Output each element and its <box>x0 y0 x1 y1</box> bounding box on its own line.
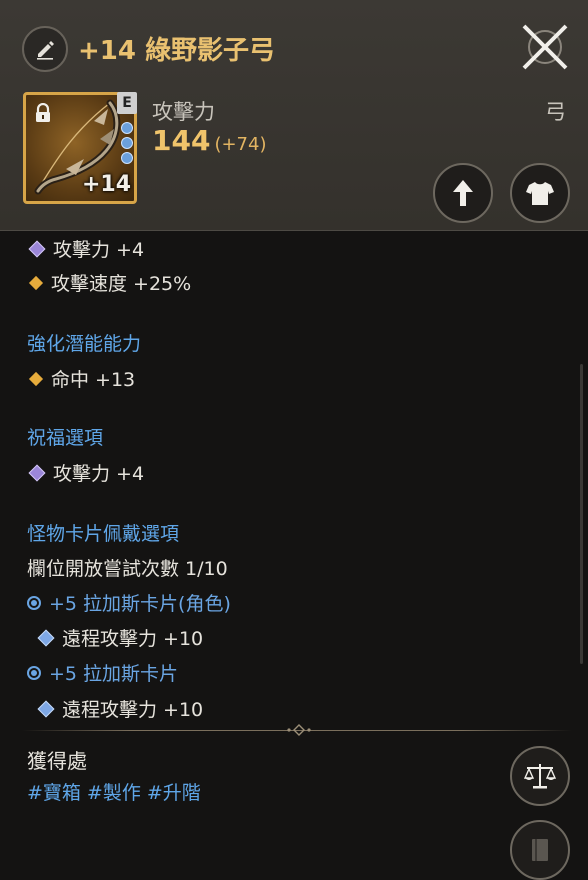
card-slot-indicators <box>121 122 135 167</box>
scrollbar[interactable] <box>580 364 583 664</box>
gold-diamond-icon <box>28 275 44 290</box>
card-effect-text: 遠程攻擊力 +10 <box>62 699 204 721</box>
attack-bonus: (+74) <box>214 134 267 155</box>
monster-card-item[interactable]: +5 拉加斯卡片(角色) <box>27 589 231 616</box>
blessing-row: 攻擊力 +4 <box>27 459 144 486</box>
enhance-level: +14 <box>82 172 132 197</box>
monster-card-item[interactable]: +5 拉加斯卡片 <box>27 659 178 686</box>
enhance-potential-row: 命中 +13 <box>27 365 135 392</box>
attack-stat-label: 攻擊力 <box>152 100 215 124</box>
source-tags: #寶箱 #製作 #升階 <box>27 778 207 805</box>
weapon-type: 弓 <box>545 100 566 124</box>
purple-diamond-icon <box>28 464 46 481</box>
shirt-icon <box>526 182 554 205</box>
scale-icon <box>523 764 557 789</box>
base-option-row: 攻擊速度 +25% <box>27 269 191 296</box>
blessing-text: 攻擊力 +4 <box>53 463 145 485</box>
book-icon <box>532 839 548 861</box>
edit-button[interactable] <box>22 26 68 72</box>
blessing-heading: 祝福選項 <box>27 427 104 449</box>
grade-badge: E <box>117 92 137 114</box>
source-tag-link[interactable]: #寶箱 <box>27 782 81 804</box>
source-tag-link[interactable]: #製作 <box>87 782 141 804</box>
card-slot-dot <box>121 122 133 134</box>
card-slot-dot <box>121 152 133 164</box>
lock-icon[interactable] <box>34 103 52 123</box>
card-name: +5 拉加斯卡片(角色) <box>49 593 231 615</box>
enhance-potential-text: 命中 +13 <box>51 369 136 391</box>
card-effect-text: 遠程攻擊力 +10 <box>62 628 204 650</box>
monster-card-heading: 怪物卡片佩戴選項 <box>27 523 180 545</box>
source-tag-link[interactable]: #升階 <box>147 782 201 804</box>
card-radio-icon <box>27 665 41 680</box>
base-option-text: 攻擊力 +4 <box>53 239 145 261</box>
blue-diamond-icon <box>37 629 55 646</box>
purple-diamond-icon <box>28 240 46 257</box>
close-icon <box>522 24 568 70</box>
attack-stat-value: 144 (+74) <box>152 124 266 157</box>
item-details: 攻擊力 +4 攻擊速度 +25% 強化潛能能力 命中 +13 祝福選項 攻擊力 … <box>0 231 588 861</box>
item-header: +14 綠野影子弓 E +14 攻擊力 144 (+74) 弓 <box>0 0 588 231</box>
base-option-row: 攻擊力 +4 <box>27 235 144 262</box>
divider-ornament-icon <box>287 724 311 736</box>
gold-diamond-icon <box>28 371 44 386</box>
blue-diamond-icon <box>37 700 55 717</box>
item-title: +14 綠野影子弓 <box>78 36 276 66</box>
card-radio-icon <box>27 595 41 610</box>
card-slot-dot <box>121 137 133 149</box>
card-effect-row: 遠程攻擊力 +10 <box>36 624 203 651</box>
card-name: +5 拉加斯卡片 <box>49 663 179 685</box>
upgrade-button[interactable] <box>433 163 493 223</box>
close-button[interactable] <box>518 20 572 74</box>
pencil-icon <box>37 41 54 60</box>
guide-button[interactable] <box>510 820 570 880</box>
base-option-text: 攻擊速度 +25% <box>51 273 192 295</box>
source-heading: 獲得處 <box>27 749 87 773</box>
card-effect-row: 遠程攻擊力 +10 <box>36 695 203 722</box>
slot-attempts: 欄位開放嘗試次數 1/10 <box>27 558 228 580</box>
trade-button[interactable] <box>510 746 570 806</box>
equip-button[interactable] <box>510 163 570 223</box>
enhance-potential-heading: 強化潛能能力 <box>27 333 142 355</box>
attack-value: 144 <box>152 124 211 157</box>
arrow-up-icon <box>453 180 473 206</box>
